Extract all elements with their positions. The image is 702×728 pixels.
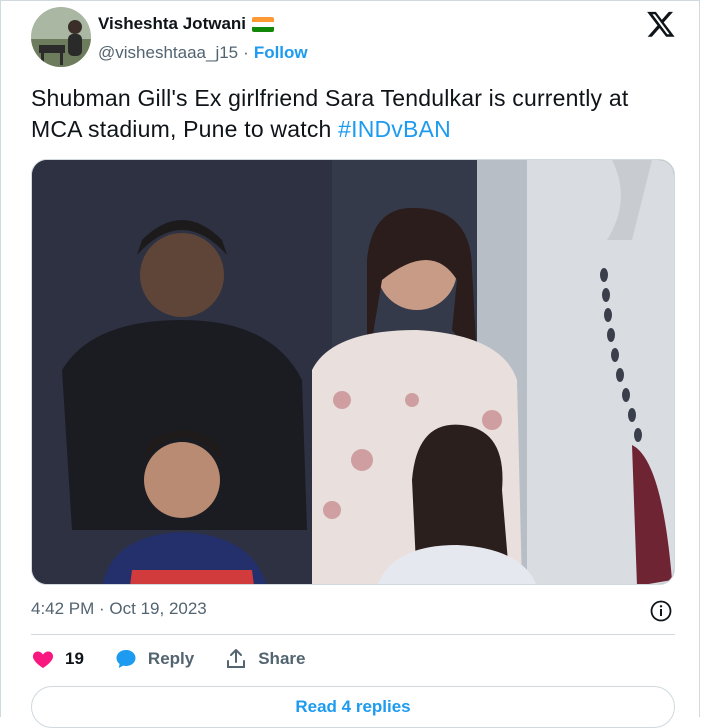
follow-button[interactable]: Follow [254,43,308,63]
author-display-name[interactable]: Visheshta Jotwani [98,14,246,34]
author-handle[interactable]: @visheshtaaa_j15 [98,43,238,63]
tweet-timestamp[interactable]: 4:42 PM · Oct 19, 2023 [31,599,207,619]
action-bar: 19 Reply Share [31,647,335,671]
read-replies-button[interactable]: Read 4 replies [31,686,675,728]
reply-button[interactable]: Reply [114,647,194,671]
share-button[interactable]: Share [224,647,305,671]
tweet-media-photo[interactable] [31,159,675,585]
tweet-body: Shubman Gill's Ex girlfriend Sara Tendul… [31,85,629,142]
like-button[interactable]: 19 [31,647,84,671]
author-name-row: Visheshta Jotwani [98,14,275,34]
share-label: Share [258,649,306,668]
heart-icon [32,651,54,668]
handle-separator: · [243,43,249,62]
divider [31,634,675,635]
reply-label: Reply [147,649,195,668]
author-handle-row: @visheshtaaa_j15 · Follow [98,43,308,63]
tweet-text: Shubman Gill's Ex girlfriend Sara Tendul… [31,83,671,145]
tweet-card: Visheshta Jotwani @visheshtaaa_j15 · Fol… [0,0,700,728]
x-logo-icon[interactable] [646,9,676,39]
india-flag-icon [252,16,275,32]
info-icon[interactable] [649,599,673,623]
hashtag-link[interactable]: #INDvBAN [338,116,451,142]
speech-bubble-icon [116,650,136,668]
share-icon [227,649,246,668]
like-count: 19 [65,649,84,668]
avatar[interactable] [31,7,91,67]
